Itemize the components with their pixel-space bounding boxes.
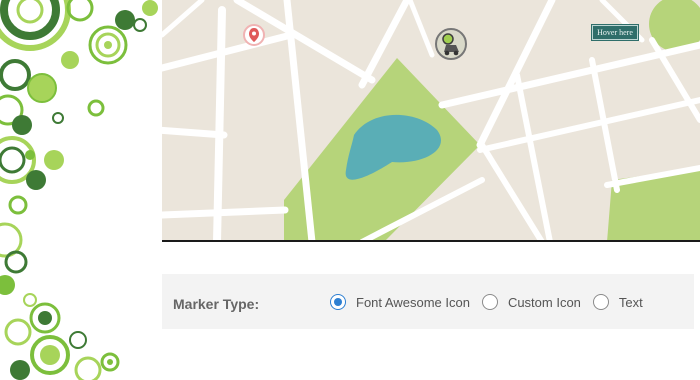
decorative-circles <box>0 0 158 380</box>
map-bottom-border <box>162 240 700 242</box>
radio-button[interactable] <box>592 294 609 310</box>
radio-button[interactable] <box>481 294 498 310</box>
radio-button-checked[interactable] <box>330 294 346 310</box>
radio-label-text: Text <box>618 294 643 310</box>
radio-text[interactable]: Text <box>592 294 643 310</box>
map-pin-icon[interactable] <box>243 24 265 46</box>
hover-here-button[interactable]: Hover here <box>592 25 638 40</box>
marker-type-radio-group: Font Awesome Icon Custom Icon Text <box>330 294 655 310</box>
radio-label-custom-icon: Custom Icon <box>507 294 581 310</box>
marker-type-label: Marker Type: <box>173 296 260 312</box>
marker-type-panel: Marker Type: Font Awesome Icon Custom Ic… <box>162 274 694 329</box>
radio-font-awesome-icon[interactable]: Font Awesome Icon <box>330 294 470 310</box>
radio-custom-icon[interactable]: Custom Icon <box>481 294 581 310</box>
user-car-icon[interactable] <box>435 28 467 60</box>
radio-label-font-awesome-icon: Font Awesome Icon <box>356 294 470 310</box>
